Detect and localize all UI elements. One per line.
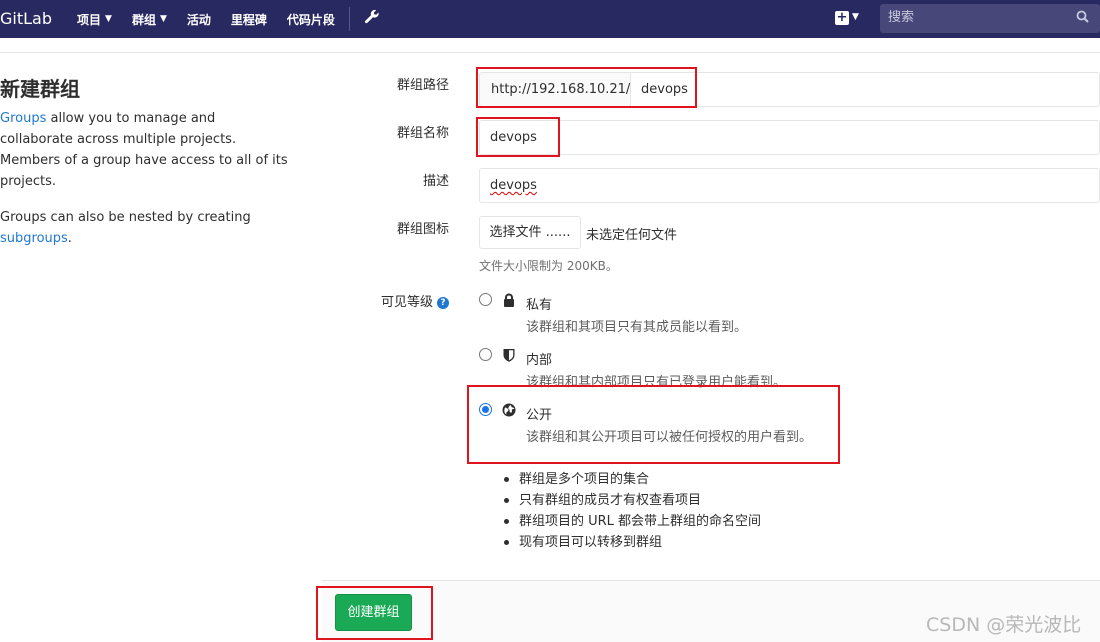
nav-divider — [348, 7, 350, 31]
visibility-internal-radio[interactable] — [479, 348, 492, 361]
list-item: 只有群组的成员才有权查看项目 — [501, 490, 761, 511]
group-avatar-label: 群组图标 — [396, 222, 449, 237]
annotation-box — [476, 117, 560, 157]
new-plus-icon[interactable]: + — [835, 11, 849, 25]
nav-groups-label: 群组 — [131, 12, 156, 27]
visibility-private-desc: 该群组和其项目只有其成员能以看到。 — [526, 320, 748, 335]
annotation-box — [476, 67, 697, 108]
description-label: 描述 — [422, 174, 449, 189]
description-value: devops — [490, 178, 537, 193]
list-item: 群组项目的 URL 都会带上群组的命名空间 — [501, 511, 761, 532]
visibility-label: 可见等级? — [381, 291, 449, 310]
nav-snippets[interactable]: 代码片段 — [287, 11, 335, 28]
shield-icon — [502, 348, 516, 362]
search-input[interactable] — [888, 10, 1068, 25]
search-icon[interactable] — [1076, 10, 1089, 27]
help-paragraph-2-end: . — [67, 231, 72, 246]
help-question-icon[interactable]: ? — [437, 297, 449, 309]
main-nav: 项目 ▼ 群组 ▼ 活动 里程碑 代码片段 — [77, 0, 380, 38]
group-path-input[interactable]: devops — [630, 72, 1100, 107]
group-path-value: devops — [641, 82, 688, 97]
visibility-private-title: 私有 — [526, 298, 553, 313]
help-text: Groups allow you to manage and collabora… — [0, 108, 290, 264]
top-navbar: GitLab 项目 ▼ 群组 ▼ 活动 里程碑 代码片段 + ▼ — [0, 0, 1100, 38]
visibility-internal-title: 内部 — [526, 353, 553, 368]
nav-projects[interactable]: 项目 ▼ — [77, 11, 112, 28]
list-item: 群组是多个项目的集合 — [501, 469, 761, 490]
group-name-value: devops — [490, 130, 537, 145]
list-item: 现有项目可以转移到群组 — [501, 532, 761, 553]
annotation-box — [316, 586, 433, 640]
description-input[interactable]: devops — [479, 168, 1100, 203]
group-info-list: 群组是多个项目的集合 只有群组的成员才有权查看项目 群组项目的 URL 都会带上… — [501, 469, 761, 553]
content-divider — [0, 52, 1100, 53]
group-name-label: 群组名称 — [396, 126, 449, 141]
no-file-text: 未选定任何文件 — [586, 228, 678, 243]
visibility-private-radio[interactable] — [479, 293, 492, 306]
file-size-hint: 文件大小限制为 200KB。 — [479, 259, 618, 273]
help-paragraph-2: Groups can also be nested by creating — [0, 210, 251, 225]
nav-milestones[interactable]: 里程碑 — [231, 11, 267, 28]
visibility-label-text: 可见等级 — [380, 295, 433, 310]
search-box — [880, 4, 1100, 33]
group-path-label: 群组路径 — [396, 78, 449, 93]
subgroups-link[interactable]: subgroups — [0, 231, 68, 246]
annotation-box — [467, 385, 840, 464]
chevron-down-icon: ▼ — [159, 14, 167, 24]
chevron-down-icon[interactable]: ▼ — [852, 12, 859, 22]
lock-icon — [502, 293, 516, 307]
chevron-down-icon: ▼ — [105, 14, 112, 24]
watermark: CSDN @荣光波比 — [926, 614, 1082, 636]
nav-activity[interactable]: 活动 — [187, 11, 211, 28]
choose-file-button[interactable]: 选择文件 ...... — [479, 216, 581, 249]
page-title: 新建群组 — [0, 77, 80, 101]
nav-groups[interactable]: 群组 ▼ — [132, 11, 167, 28]
admin-wrench-icon[interactable] — [364, 9, 380, 29]
group-name-input[interactable]: devops — [479, 120, 1100, 155]
nav-projects-label: 项目 — [77, 12, 102, 27]
groups-link[interactable]: Groups — [0, 111, 46, 126]
gitlab-logo[interactable]: GitLab — [0, 9, 52, 28]
